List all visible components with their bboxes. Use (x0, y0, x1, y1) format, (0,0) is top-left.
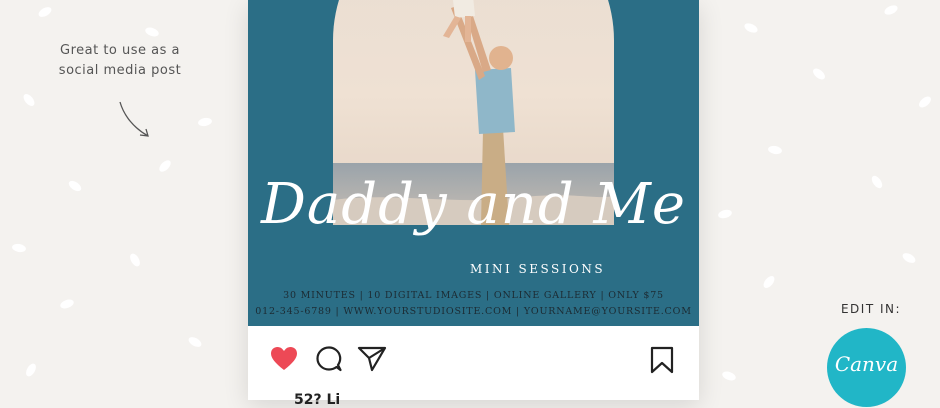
petal (917, 94, 933, 110)
likes-count: 52? Li (294, 392, 341, 408)
petal (869, 173, 885, 191)
post-details-line-2: 012-345-6789 | WWW.YOURSTUDIOSITE.COM | … (255, 306, 692, 317)
heart-icon[interactable] (270, 346, 298, 372)
petal (761, 274, 777, 290)
petal (11, 242, 27, 254)
bookmark-icon[interactable] (650, 346, 674, 374)
usage-note: Great to use as a social media post (58, 43, 182, 78)
canva-logo-text: Canva (834, 351, 899, 376)
petal (21, 92, 37, 108)
petal (186, 335, 204, 349)
petal (66, 178, 84, 194)
petal (767, 144, 783, 156)
canva-badge[interactable]: Canva (827, 328, 906, 407)
petal (157, 158, 173, 174)
post-title: Daddy and Me (261, 172, 686, 237)
send-icon[interactable] (357, 346, 387, 372)
petal (24, 361, 38, 379)
curved-arrow-icon (119, 101, 149, 137)
petal (128, 251, 142, 269)
comment-icon[interactable] (316, 346, 342, 372)
petal (811, 66, 827, 82)
post-details-line-1: 30 MINUTES | 10 DIGITAL IMAGES | ONLINE … (283, 290, 664, 301)
petal (144, 25, 160, 39)
post-action-bar: 52? Li (248, 326, 699, 408)
post-image: Daddy and Me MINI SESSIONS 30 MINUTES | … (248, 0, 699, 326)
edit-in-label: EDIT IN: (840, 302, 902, 316)
petal (197, 116, 213, 128)
post-subtitle: MINI SESSIONS (469, 262, 606, 276)
petal (59, 297, 75, 311)
petal (717, 208, 733, 220)
petal (882, 3, 900, 17)
petal (36, 5, 54, 19)
petal (742, 21, 760, 35)
petal (721, 369, 737, 383)
social-post-mockup: Daddy and Me MINI SESSIONS 30 MINUTES | … (248, 0, 699, 408)
petal (900, 251, 918, 265)
